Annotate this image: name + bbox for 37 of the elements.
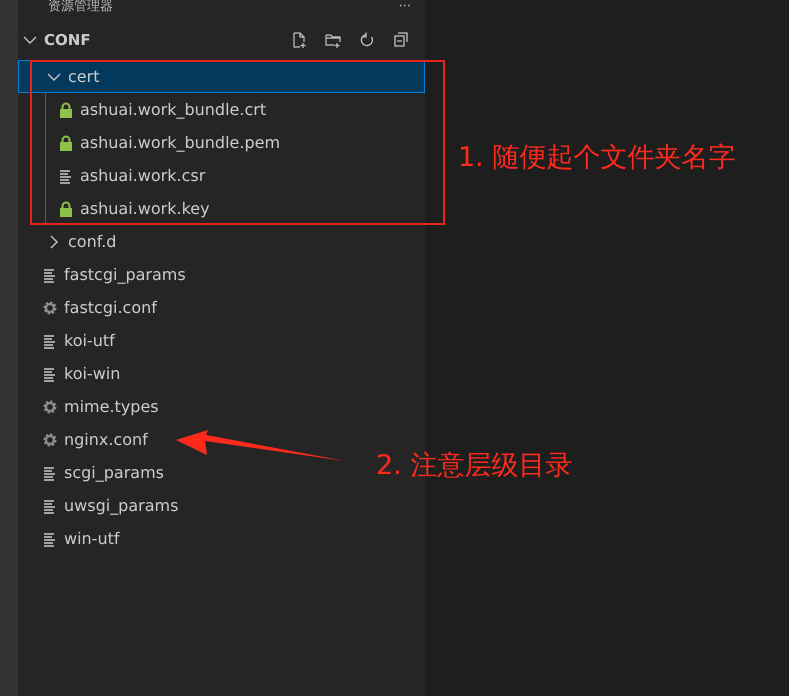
lines-icon <box>58 168 74 184</box>
lock-icon <box>58 200 74 216</box>
gear-icon <box>42 432 58 448</box>
lines-icon <box>42 530 58 546</box>
lines-icon <box>42 464 58 480</box>
file-item[interactable]: scgi_params <box>18 456 168 489</box>
file-item[interactable]: ashuai.work.csr <box>18 159 210 192</box>
more-button[interactable]: ··· <box>398 0 411 14</box>
lines-icon <box>42 366 58 382</box>
file-item[interactable]: mime.types <box>18 390 163 423</box>
section-title: CONF <box>44 30 91 51</box>
new-file-icon[interactable] <box>291 32 307 48</box>
file-item[interactable]: fastcgi_params <box>18 258 190 291</box>
lines-icon <box>42 332 58 348</box>
refresh-icon[interactable] <box>359 32 375 48</box>
annotation-text: 2. 注意层级目录 <box>376 449 572 483</box>
file-item[interactable]: fastcgi.conf <box>18 291 161 324</box>
annotation-text: 1. 随便起个文件夹名字 <box>458 141 736 175</box>
gear-icon <box>42 398 58 414</box>
file-item[interactable]: ashuai.work_bundle.crt <box>18 93 270 126</box>
section-header[interactable]: CONF <box>18 20 425 60</box>
file-item[interactable]: koi-win <box>18 357 124 390</box>
folder-item[interactable]: cert <box>18 60 425 93</box>
file-item[interactable]: win-utf <box>18 522 124 555</box>
file-item[interactable]: nginx.conf <box>18 423 152 456</box>
collapse-all-icon[interactable] <box>393 32 409 48</box>
folder-item[interactable]: conf.d <box>18 225 120 258</box>
gear-icon <box>42 300 58 316</box>
lines-icon <box>42 266 58 282</box>
file-item[interactable]: uwsgi_params <box>18 489 182 522</box>
file-item[interactable]: ashuai.work.key <box>18 192 214 225</box>
new-folder-icon[interactable] <box>325 32 341 48</box>
file-item[interactable]: ashuai.work_bundle.pem <box>18 126 284 159</box>
lines-icon <box>42 498 58 514</box>
lock-icon <box>58 102 74 118</box>
file-item[interactable]: koi-utf <box>18 324 119 357</box>
lock-icon <box>58 134 74 150</box>
